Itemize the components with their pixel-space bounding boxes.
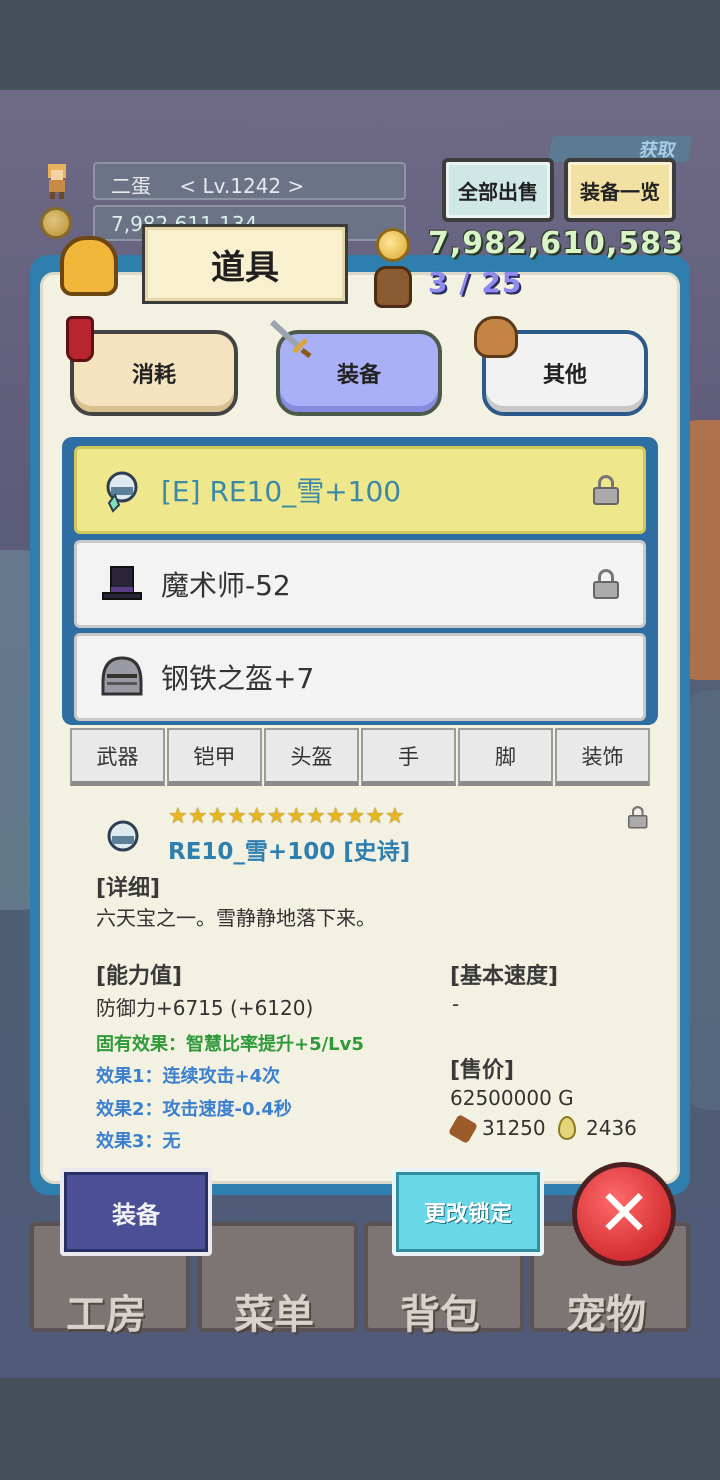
gold-coin-icon-large — [376, 228, 410, 262]
equip-list-button[interactable]: 装备一览 — [564, 158, 676, 222]
backpack-icon — [374, 266, 412, 308]
menu-workshop-label: 工房 — [66, 1292, 146, 1338]
gold-amount: 7,982,610,583 — [428, 226, 684, 261]
description-text: 六天宝之一。雪静静地落下来。 — [96, 906, 376, 930]
top-hat-icon — [102, 566, 142, 600]
snow-helmet-icon — [106, 471, 138, 513]
essence-amount: 2436 — [586, 1116, 637, 1140]
filter-helmet[interactable]: 头盔 — [264, 728, 359, 786]
menu-bag-label: 背包 — [400, 1292, 480, 1338]
menu-menu-label: 菜单 — [234, 1292, 314, 1338]
bag-capacity: 3 / 25 — [428, 266, 523, 299]
filter-hand[interactable]: 手 — [361, 728, 456, 786]
iron-helmet-icon — [101, 656, 143, 696]
filter-accessory[interactable]: 装饰 — [555, 728, 650, 786]
change-lock-button[interactable]: 更改锁定 — [392, 1168, 544, 1256]
list-item[interactable]: [E] RE10_雪+100 — [74, 446, 646, 534]
lock-icon — [593, 475, 619, 505]
list-item[interactable]: 钢铁之盔+7 — [74, 633, 646, 721]
close-button[interactable]: ✕ — [572, 1162, 676, 1266]
rarity-stars: ★★★★★★★★★★★★ — [168, 804, 405, 829]
bell-icon — [60, 236, 118, 296]
filter-armor[interactable]: 铠甲 — [167, 728, 262, 786]
panel-title: 道具 — [142, 224, 348, 304]
price-title: [售价] — [450, 1058, 515, 1083]
filter-weapon[interactable]: 武器 — [70, 728, 165, 786]
detail-lock-icon[interactable] — [628, 806, 648, 829]
potion-icon — [66, 316, 94, 362]
gold-coin-icon — [40, 207, 72, 239]
player-name-box: 二蛋 < Lv.1242 > — [93, 162, 406, 200]
sack-icon — [474, 316, 518, 358]
snow-helmet-icon — [107, 820, 139, 852]
effect-1: 效果1：连续攻击+4次 — [96, 1066, 281, 1087]
lock-icon — [593, 569, 619, 599]
player-level: < Lv.1242 > — [179, 174, 305, 198]
item-detail-name: RE10_雪+100 [史诗] — [168, 839, 411, 865]
hero-avatar-icon — [48, 164, 66, 199]
player-name: 二蛋 — [111, 174, 151, 198]
equipment-filter-bar: 武器 铠甲 头盔 手 脚 装饰 — [70, 728, 650, 786]
sell-price: 62500000 G — [450, 1086, 574, 1110]
item-label: 魔术师-52 — [161, 569, 291, 602]
item-label: 钢铁之盔+7 — [161, 662, 315, 695]
equip-button[interactable]: 装备 — [60, 1168, 212, 1256]
list-item[interactable]: 魔术师-52 — [74, 540, 646, 628]
sell-all-button[interactable]: 全部出售 — [442, 158, 554, 222]
filter-foot[interactable]: 脚 — [458, 728, 553, 786]
navigation-bar — [0, 1378, 720, 1480]
innate-effect: 固有效果：智慧比率提升+5/Lv5 — [96, 1034, 364, 1055]
tab-consumable[interactable]: 消耗 — [70, 330, 238, 416]
essence-drop-icon — [558, 1116, 576, 1140]
status-bar — [0, 0, 720, 90]
menu-pet-label: 宠物 — [566, 1292, 646, 1338]
sword-icon — [269, 319, 312, 358]
description-title: [详细] — [96, 876, 161, 901]
speed-title: [基本速度] — [450, 964, 559, 989]
item-label: [E] RE10_雪+100 — [161, 475, 402, 508]
material-amount: 31250 — [482, 1116, 546, 1140]
effect-2: 效果2：攻击速度-0.4秒 — [96, 1099, 292, 1120]
effect-3: 效果3：无 — [96, 1131, 181, 1152]
close-icon: ✕ — [597, 1177, 651, 1251]
stats-title: [能力值] — [96, 964, 183, 989]
speed-value: - — [452, 992, 460, 1016]
stat-defense: 防御力+6715 (+6120) — [96, 996, 314, 1020]
